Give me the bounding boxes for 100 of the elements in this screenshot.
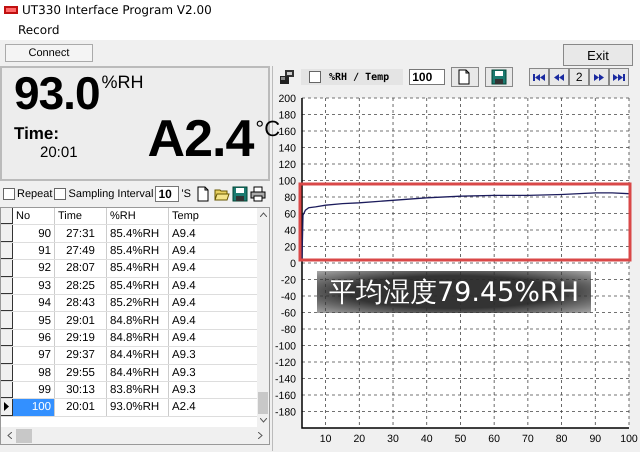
temperature-reading: A2.4 — [148, 110, 254, 168]
menu-item[interactable]: Record — [18, 23, 60, 37]
scroll-down-icon[interactable] — [260, 418, 266, 423]
y-tick-label: 160 — [278, 126, 296, 138]
previous-page-button[interactable] — [549, 68, 570, 86]
row-indicator[interactable] — [1, 399, 13, 416]
connect-button[interactable]: Connect — [5, 44, 93, 62]
x-tick-label: 30 — [387, 433, 399, 445]
row-indicator[interactable] — [1, 347, 13, 364]
table-cell: 84.4%RH — [107, 364, 169, 381]
table-cell: 29:37 — [55, 347, 107, 364]
table-cell: 85.4%RH — [107, 278, 169, 294]
table-cell: 29:01 — [55, 312, 107, 329]
row-indicator[interactable] — [1, 294, 13, 312]
y-tick-label: 120 — [278, 159, 296, 171]
table-cell: 93.0%RH — [107, 399, 169, 416]
column-header[interactable]: Time — [55, 208, 107, 224]
x-tick-label: 60 — [488, 433, 500, 445]
table-cell-text: A9.4 — [171, 278, 197, 294]
table-cell: 98 — [13, 364, 55, 381]
y-tick-label: -180 — [274, 406, 296, 418]
next-page-button[interactable] — [589, 68, 610, 86]
first-page-button[interactable] — [529, 68, 550, 86]
y-tick-label: -40 — [280, 291, 296, 303]
table-cell: 90 — [13, 225, 55, 242]
exit-button[interactable]: Exit — [563, 44, 633, 66]
time-label: Time: — [14, 124, 60, 144]
humidity-reading: 93.0 — [14, 68, 100, 118]
monitor-icon[interactable] — [279, 69, 295, 85]
row-indicator[interactable] — [1, 330, 13, 346]
save-icon — [491, 69, 508, 85]
save-icon[interactable] — [232, 186, 248, 202]
table-cell: 29:19 — [55, 330, 107, 346]
table-cell: 30:13 — [55, 382, 107, 398]
time-value: 20:01 — [39, 144, 79, 161]
points-field[interactable]: 100 — [409, 69, 446, 85]
y-tick-label: -100 — [274, 340, 296, 352]
y-tick-label: -80 — [280, 324, 296, 336]
y-tick-label: 200 — [278, 93, 296, 105]
repeat-label: Repeat — [17, 188, 52, 200]
x-tick-label: 20 — [353, 433, 366, 445]
table-cell-text: A9.4 — [171, 261, 197, 276]
table-cell: 84.8%RH — [107, 312, 169, 329]
sampling-label: Sampling Interval — [68, 188, 154, 200]
table-cell: 27:31 — [55, 225, 107, 242]
table-cell: 85.4%RH — [107, 225, 169, 242]
y-tick-label: 40 — [284, 225, 296, 237]
table-cell: 85.2%RH — [107, 294, 169, 312]
y-tick-label: 180 — [278, 110, 296, 122]
table-cell: 91 — [13, 242, 55, 260]
row-indicator[interactable] — [1, 260, 13, 277]
page-number: 2 — [569, 68, 590, 86]
sampling-checkbox[interactable] — [54, 188, 66, 200]
scroll-left-icon[interactable] — [7, 432, 12, 439]
table-cell-text: A9.3 — [171, 383, 197, 398]
row-indicator[interactable] — [1, 242, 13, 260]
scroll-up-icon[interactable] — [260, 212, 266, 217]
pointer-icon — [4, 402, 9, 412]
table-cell-text: A9.4 — [171, 296, 197, 312]
y-tick-label: 20 — [284, 242, 296, 254]
print-icon[interactable] — [250, 186, 266, 202]
table-cell: 28:07 — [55, 260, 107, 277]
temperature-unit: °C — [255, 116, 280, 142]
table-cell: 28:43 — [55, 294, 107, 312]
x-tick-label: 70 — [522, 433, 534, 445]
row-indicator[interactable] — [1, 312, 13, 329]
scroll-thumb[interactable] — [258, 392, 268, 414]
y-tick-label: 0 — [290, 258, 296, 270]
table-cell-text: A9.4 — [171, 244, 197, 259]
column-header[interactable]: %RH — [107, 208, 169, 224]
x-tick-label: 40 — [420, 433, 433, 445]
row-indicator[interactable] — [1, 382, 13, 398]
table-cell: 92 — [13, 260, 55, 277]
interval-field[interactable]: 10 — [155, 186, 180, 202]
table-cell-text: A2.4 — [171, 400, 197, 416]
horizontal-scrollbar[interactable] — [1, 427, 269, 444]
row-indicator[interactable] — [1, 225, 13, 242]
scroll-right-icon[interactable] — [258, 432, 263, 439]
vertical-scrollbar[interactable] — [257, 208, 269, 427]
x-tick-label: 90 — [589, 433, 602, 445]
y-tick-label: -140 — [274, 374, 296, 386]
save-button[interactable] — [485, 67, 514, 87]
table-cell-text: A9.4 — [171, 330, 197, 346]
y-tick-label: -120 — [274, 357, 296, 369]
previous-page-icon — [553, 72, 566, 82]
first-page-icon — [533, 72, 546, 82]
last-page-button[interactable] — [609, 68, 630, 86]
row-indicator[interactable] — [1, 364, 13, 381]
x-tick-label: 100 — [620, 433, 638, 445]
mode-checkbox[interactable] — [309, 71, 321, 83]
table-cell-text: A9.4 — [171, 226, 197, 242]
new-button[interactable] — [451, 67, 480, 87]
table-cell: 27:49 — [55, 242, 107, 260]
row-indicator[interactable] — [1, 278, 13, 294]
y-tick-label: -60 — [280, 308, 296, 320]
repeat-checkbox[interactable] — [3, 188, 15, 200]
scroll-thumb[interactable] — [16, 428, 32, 442]
table-cell: 29:55 — [55, 364, 107, 381]
table-cell-text: A9.3 — [171, 366, 197, 381]
table-cell: 83.8%RH — [107, 382, 169, 398]
